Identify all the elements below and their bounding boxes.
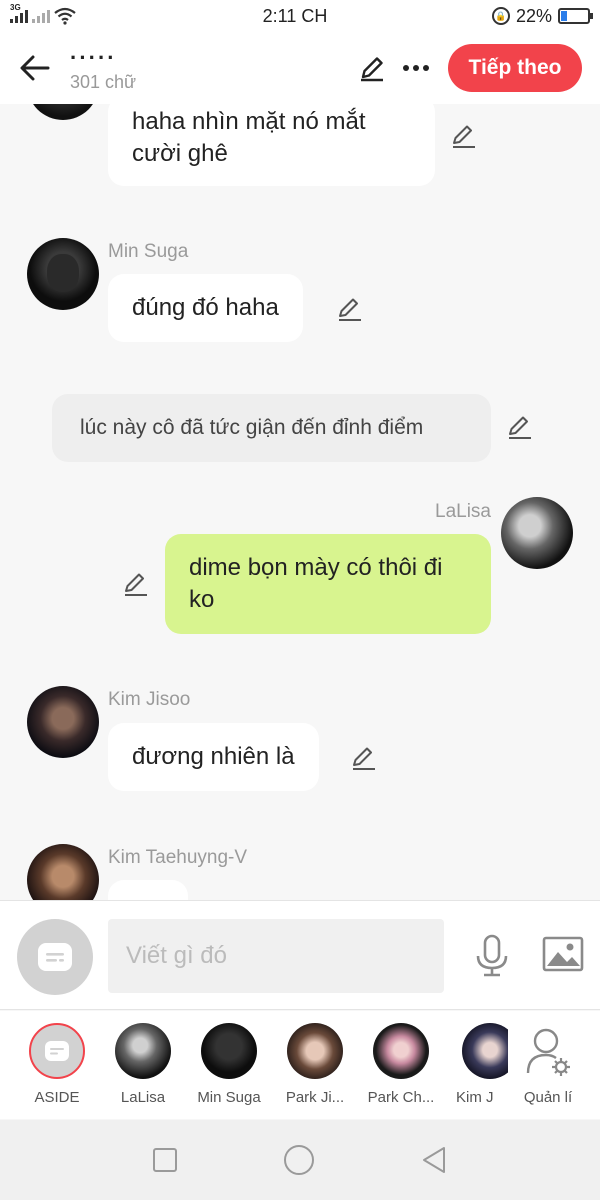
avatar[interactable]: [27, 104, 99, 120]
manage-characters-button[interactable]: Quản lí: [505, 1023, 591, 1106]
character-avatar: [287, 1023, 343, 1079]
character-park-ch[interactable]: Park Ch...: [358, 1023, 444, 1106]
message-text: dime bọn mày có thôi đi ko: [189, 554, 443, 613]
edit-message-icon[interactable]: [122, 570, 150, 598]
more-options-button[interactable]: [394, 32, 438, 104]
character-aside[interactable]: ASIDE: [14, 1023, 100, 1106]
signal-2-icon: [32, 9, 50, 23]
edit-message-icon[interactable]: [336, 295, 364, 323]
message-bubble[interactable]: đương nhiên là: [108, 723, 319, 791]
character-name: Kim Jisoo: [108, 689, 191, 710]
edit-title-button[interactable]: [350, 32, 394, 104]
battery-fill: [561, 11, 567, 21]
character-label: Min Suga: [197, 1089, 261, 1106]
edit-message-icon[interactable]: [450, 122, 478, 150]
home-icon[interactable]: [283, 1144, 315, 1176]
avatar[interactable]: [501, 497, 573, 569]
message-text: đúng đó haha: [132, 294, 279, 321]
recent-apps-icon[interactable]: [152, 1147, 178, 1173]
battery-percent: 22%: [515, 5, 552, 26]
word-count: 301 chữ: [70, 71, 137, 92]
back-button[interactable]: [0, 32, 70, 104]
message-bubble[interactable]: haha nhìn mặt nó mắt cười ghê: [108, 104, 435, 186]
title-block: ····· 301 chữ: [70, 44, 350, 93]
narration-bubble[interactable]: lúc này cô đã tức giận đến đỉnh điểm: [52, 394, 491, 462]
character-name: LaLisa: [435, 501, 491, 522]
character-avatar: [373, 1023, 429, 1079]
input-bar: Viết gì đó: [0, 900, 600, 1010]
message-text: haha nhìn mặt nó mắt cười ghê: [132, 108, 366, 167]
avatar[interactable]: [27, 844, 99, 900]
character-label: ASIDE: [34, 1089, 80, 1106]
status-bar: 3G 2:11 CH 🔒 22%: [0, 0, 600, 32]
edit-message-icon[interactable]: [506, 413, 534, 441]
character-strip: ASIDE LaLisa Min Suga Park Ji... Park Ch…: [0, 1011, 600, 1119]
character-avatar: [115, 1023, 171, 1079]
story-title[interactable]: ·····: [70, 46, 350, 68]
character-label: LaLisa: [120, 1089, 166, 1106]
battery-icon: [558, 8, 593, 24]
pencil-icon: [361, 57, 383, 82]
signal-icon: 3G: [10, 3, 28, 23]
avatar[interactable]: [27, 238, 99, 310]
character-label: Park Ji...: [285, 1089, 345, 1106]
character-name: Min Suga: [108, 241, 189, 262]
status-right: 🔒 22%: [460, 5, 593, 27]
user-settings-icon: [526, 1028, 570, 1076]
character-lalisa[interactable]: LaLisa: [100, 1023, 186, 1106]
character-avatar: [201, 1023, 257, 1079]
back-nav-icon[interactable]: [420, 1145, 448, 1175]
avatar[interactable]: [27, 686, 99, 758]
status-time: 2:11 CH: [262, 5, 328, 26]
message-bubble[interactable]: [108, 880, 188, 900]
status-left: 3G: [10, 3, 130, 25]
character-park-ji[interactable]: Park Ji...: [272, 1023, 358, 1106]
message-square-icon: [45, 1041, 69, 1061]
character-label: Park Ch...: [367, 1089, 435, 1106]
message-square-icon: [38, 943, 72, 971]
system-nav-bar: [0, 1120, 600, 1200]
chat-area[interactable]: haha nhìn mặt nó mắt cười ghê Min Suga đ…: [0, 104, 600, 900]
message-bubble[interactable]: đúng đó haha: [108, 274, 303, 342]
rotation-lock-icon: 🔒: [491, 7, 510, 25]
next-button[interactable]: Tiếp theo: [448, 44, 582, 92]
manage-avatar: [520, 1023, 576, 1079]
message-text: đương nhiên là: [132, 743, 295, 770]
microphone-icon[interactable]: [474, 934, 510, 978]
character-label: Kim J: [456, 1089, 494, 1106]
character-min-suga[interactable]: Min Suga: [186, 1023, 272, 1106]
avatar-figure: [47, 254, 79, 292]
editor-header: ····· 301 chữ Tiếp theo: [0, 32, 600, 104]
character-avatar: [462, 1023, 508, 1079]
back-arrow-icon: [20, 55, 50, 81]
wifi-icon: [54, 7, 76, 25]
image-icon[interactable]: [542, 936, 584, 972]
message-input[interactable]: Viết gì đó: [108, 919, 444, 993]
edit-message-icon[interactable]: [350, 744, 378, 772]
character-label: Quản lí: [523, 1089, 573, 1106]
aside-avatar: [29, 1023, 85, 1079]
more-dots-icon: [403, 65, 429, 71]
character-kim-j[interactable]: Kim J: [444, 1023, 508, 1106]
character-name: Kim Taehuyng-V: [108, 847, 248, 868]
aside-toggle-button[interactable]: [17, 919, 93, 995]
narration-text: lúc này cô đã tức giận đến đỉnh điểm: [80, 416, 424, 439]
my-message-bubble[interactable]: dime bọn mày có thôi đi ko: [165, 534, 491, 634]
